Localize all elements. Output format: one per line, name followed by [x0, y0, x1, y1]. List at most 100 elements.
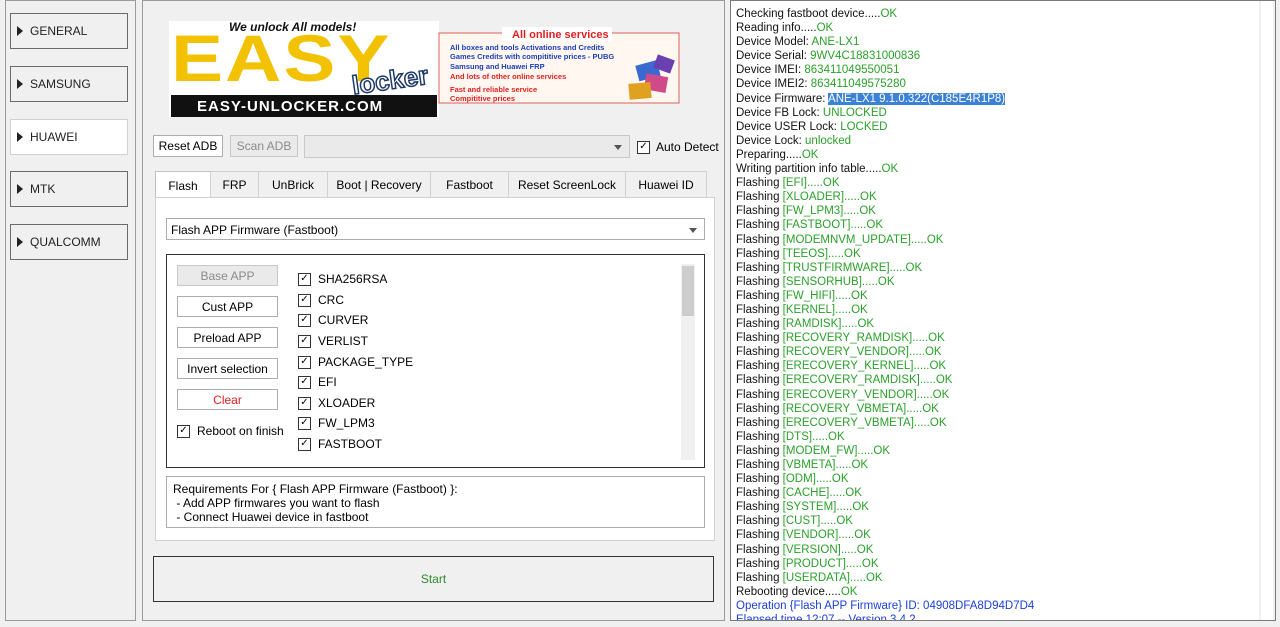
log-text: Flashing — [736, 402, 783, 415]
partition-item[interactable]: ✓ PACKAGE_TYPE — [298, 355, 413, 369]
ad-banner[interactable]: We unlock All models! EASY locker EASY-U… — [167, 13, 687, 123]
scrollbar-thumb[interactable] — [682, 266, 694, 316]
log-value: .....OK — [912, 332, 945, 345]
svg-text:Samsung and Huawei FRP: Samsung and Huawei FRP — [450, 62, 545, 71]
log-value: UNLOCKED — [822, 106, 887, 119]
log-value: LOCKED — [840, 120, 888, 133]
scan-adb-button[interactable]: Scan ADB — [230, 135, 298, 157]
log-text: Flashing — [736, 430, 783, 443]
log-value: .....OK — [835, 303, 868, 316]
partition-item[interactable]: ✓ FW_LPM3 — [298, 416, 375, 430]
log-line: Device Firmware: ANE-LX1 9.1.0.322(C185E… — [736, 92, 1275, 106]
scrollbar-thumb[interactable] — [1261, 1, 1273, 620]
reboot-on-finish-checkbox[interactable]: ✓ Reboot on finish — [177, 424, 284, 438]
checkmark-icon: ✓ — [298, 396, 311, 410]
log-text: Flashing — [736, 360, 783, 373]
log-value: .....OK — [840, 543, 874, 556]
log-value: .....OK — [919, 374, 953, 387]
expand-arrow-icon — [17, 79, 23, 89]
partition-item[interactable]: ✓ EFI — [298, 375, 337, 389]
log-line: Flashing [RECOVERY_VBMETA].....OK — [736, 402, 1275, 416]
log-line: Flashing [ERECOVERY_RAMDISK].....OK — [736, 373, 1275, 387]
partition-name: FASTBOOT — [318, 437, 383, 451]
log-value: .....OK — [841, 318, 875, 331]
log-text: Flashing — [736, 529, 783, 542]
log-partition: [ERECOVERY_VENDOR] — [782, 388, 917, 401]
log-line: Flashing [FW_HIFI].....OK — [736, 289, 1275, 303]
log-partition: [ERECOVERY_VBMETA] — [782, 416, 914, 429]
checkmark-icon: ✓ — [298, 416, 311, 430]
log-text: Checking fastboot device..... — [736, 8, 881, 20]
log-line: Writing partition info table.....OK — [736, 162, 1275, 176]
log-console[interactable]: Checking fastboot device.....OK Reading i… — [730, 0, 1276, 621]
partition-item[interactable]: ✓ CRC — [298, 293, 344, 307]
log-partition: [PRODUCT] — [782, 557, 846, 570]
tab-huawei-id[interactable]: Huawei ID — [625, 171, 707, 198]
log-value: ANE-LX1 9.1.0.322(C185E4R1P8) — [828, 92, 1006, 105]
partition-item[interactable]: ✓ SHA256RSA — [298, 272, 387, 286]
partition-scrollbar[interactable] — [681, 264, 695, 460]
sidebar-item-label: QUALCOMM — [30, 235, 101, 249]
log-value: .....OK — [835, 459, 869, 471]
log-text: Flashing — [736, 233, 783, 246]
tab-reset-screenlock[interactable]: Reset ScreenLock — [508, 171, 626, 198]
log-text: Flashing — [736, 515, 783, 528]
expand-arrow-icon — [17, 132, 23, 142]
partition-item[interactable]: ✓ VERLIST — [298, 334, 368, 348]
log-line: Flashing [ERECOVERY_VBMETA].....OK — [736, 416, 1275, 430]
sidebar-item-general[interactable]: GENERAL — [10, 13, 128, 49]
sidebar-item-huawei[interactable]: HUAWEI — [10, 119, 128, 155]
clear-button[interactable]: Clear — [177, 389, 278, 410]
flash-mode-select[interactable]: Flash APP Firmware (Fastboot) — [166, 218, 705, 240]
partition-name: CRC — [318, 293, 344, 307]
tab-boot-recovery[interactable]: Boot | Recovery — [327, 171, 431, 198]
log-line: Flashing [PRODUCT].....OK — [736, 557, 1275, 571]
preload-app-button[interactable]: Preload APP — [177, 327, 278, 348]
start-button[interactable]: Start — [153, 556, 714, 602]
requirements-title: Requirements For { Flash APP Firmware (F… — [173, 482, 458, 496]
log-value: .....OK — [843, 205, 876, 218]
requirements-box: Requirements For { Flash APP Firmware (F… — [166, 476, 705, 528]
log-scrollbar[interactable] — [1259, 1, 1275, 620]
log-value: .....OK — [913, 360, 947, 373]
expand-arrow-icon — [17, 184, 23, 194]
port-select[interactable] — [304, 135, 630, 158]
log-line: Device FB Lock: UNLOCKED — [736, 106, 1275, 120]
log-value: .....OK — [812, 430, 845, 443]
sidebar-item-mtk[interactable]: MTK — [10, 171, 128, 207]
sidebar-item-label: SAMSUNG — [30, 77, 91, 91]
log-text: Device Model: — [736, 36, 812, 49]
tab-unbrick[interactable]: UnBrick — [258, 171, 328, 198]
cust-app-button[interactable]: Cust APP — [177, 296, 278, 317]
sidebar-item-samsung[interactable]: SAMSUNG — [10, 66, 128, 102]
base-app-button[interactable]: Base APP — [177, 265, 278, 286]
reset-adb-button[interactable]: Reset ADB — [153, 135, 223, 157]
log-value: .....OK — [829, 487, 862, 500]
log-line: Flashing [MODEM_FW].....OK — [736, 444, 1275, 458]
log-line: Checking fastboot device.....OK — [736, 7, 1275, 21]
log-line: Operation {Flash APP Firmware} ID: 04908… — [736, 599, 1275, 613]
log-partition: [FW_LPM3] — [782, 205, 844, 218]
log-partition: [SENSORHUB] — [782, 275, 862, 288]
tab-frp[interactable]: FRP — [210, 171, 259, 198]
tab-fastboot[interactable]: Fastboot — [430, 171, 509, 198]
partition-item[interactable]: ✓ XLOADER — [298, 396, 375, 410]
expand-arrow-icon — [17, 237, 23, 247]
log-line: Reading info.....OK — [736, 21, 1275, 35]
log-text: Flashing — [736, 346, 783, 359]
auto-detect-checkbox[interactable]: ✓ Auto Detect — [637, 140, 719, 154]
log-line: Flashing [SYSTEM].....OK — [736, 500, 1275, 514]
log-line: Flashing [USERDATA].....OK — [736, 571, 1275, 585]
partition-item[interactable]: ✓ FASTBOOT — [298, 437, 382, 451]
log-text: Flashing — [736, 261, 783, 274]
partition-list[interactable]: ✓ SHA256RSA ✓ CRC ✓ CURVER ✓ VERLIST ✓ PACKAG… — [284, 264, 695, 460]
log-text: Reading info..... — [736, 22, 817, 35]
log-partition: [CUST] — [782, 515, 821, 528]
log-text: Flashing — [736, 205, 783, 218]
partition-item[interactable]: ✓ CURVER — [298, 313, 368, 327]
tab-flash[interactable]: Flash — [155, 171, 211, 199]
invert-selection-button[interactable]: Invert selection — [177, 358, 278, 379]
sidebar-item-qualcomm[interactable]: QUALCOMM — [10, 224, 128, 260]
log-text: Flashing — [736, 374, 783, 387]
log-value: OK — [840, 585, 858, 598]
